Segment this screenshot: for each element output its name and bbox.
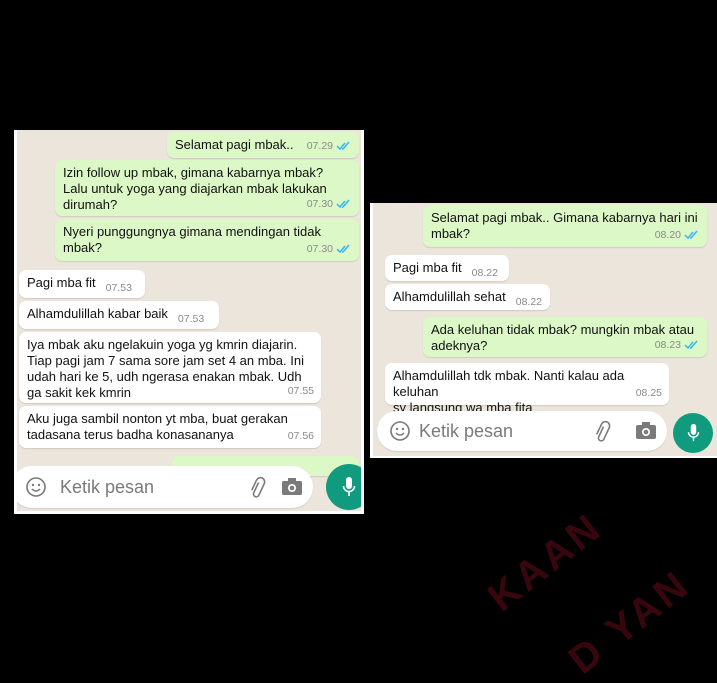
- message-meta: 07.30: [307, 241, 352, 257]
- message-time: 08.22: [471, 267, 498, 279]
- left-chat-panel: Selamat pagi mbak.. 07.29 Izin follow up…: [17, 130, 361, 511]
- message-text: Aku juga sambil nonton yt mba, buat gera…: [27, 411, 288, 442]
- left-message-7[interactable]: Aku juga sambil nonton yt mba, buat gera…: [19, 406, 321, 448]
- camera-icon[interactable]: [281, 477, 303, 497]
- watermark-image: KAAN: [480, 504, 611, 620]
- message-time: 07.56: [287, 430, 314, 442]
- message-text: Alhamdulillah tdk mbak. Nanti kalau ada …: [393, 368, 625, 415]
- right-message-4[interactable]: Ada keluhan tidak mbak? mungkin mbak ata…: [423, 317, 707, 357]
- left-message-4[interactable]: Pagi mba fit 07.53: [19, 270, 145, 298]
- left-message-1[interactable]: Selamat pagi mbak.. 07.29: [167, 132, 359, 158]
- message-time: 07.53: [177, 313, 205, 325]
- message-text: Pagi mba fit: [393, 260, 462, 275]
- message-text: Alhamdulillah kabar baik: [27, 306, 168, 321]
- right-mic-button[interactable]: [673, 413, 713, 453]
- message-meta: 07.29: [307, 138, 352, 154]
- left-message-2[interactable]: Izin follow up mbak, gimana kabarnya mba…: [55, 160, 359, 216]
- right-message-3[interactable]: Alhamdulillah sehat 08.22: [385, 284, 550, 310]
- screenshot-canvas: { "left_chat": { "messages": [ {"dir":"o…: [0, 0, 717, 683]
- message-meta: 08.25: [636, 385, 662, 401]
- message-time: 07.29: [306, 140, 333, 152]
- camera-icon[interactable]: [635, 421, 657, 441]
- message-text: Alhamdulillah sehat: [393, 289, 506, 304]
- message-meta: 07.56: [288, 428, 314, 444]
- message-meta: 07.30: [307, 196, 352, 212]
- message-meta: 08.23: [655, 337, 700, 353]
- message-time: 08.23: [654, 339, 681, 351]
- microphone-icon: [687, 423, 699, 442]
- message-input-placeholder[interactable]: Ketik pesan: [60, 477, 154, 498]
- message-meta: 07.55: [288, 383, 314, 399]
- message-text: Pagi mba fit: [27, 275, 96, 290]
- message-time: 07.53: [105, 282, 132, 294]
- double-check-icon: [336, 141, 350, 151]
- emoji-icon[interactable]: [389, 420, 411, 442]
- message-time: 07.30: [306, 243, 333, 255]
- right-message-2[interactable]: Pagi mba fit 08.22: [385, 255, 509, 281]
- message-meta: 08.20: [655, 227, 700, 243]
- left-message-6[interactable]: Iya mbak aku ngelakuin yoga yg kmrin dia…: [19, 332, 321, 403]
- paperclip-icon[interactable]: [591, 420, 615, 442]
- message-time: 08.20: [654, 229, 681, 241]
- double-check-icon: [336, 244, 350, 254]
- right-message-1[interactable]: Selamat pagi mbak.. Gimana kabarnya hari…: [423, 205, 707, 247]
- message-time: 07.30: [306, 198, 333, 210]
- right-message-input-bar[interactable]: Ketik pesan: [377, 411, 667, 451]
- paperclip-icon[interactable]: [246, 476, 270, 498]
- message-time: 07.55: [287, 385, 314, 397]
- right-message-5[interactable]: Alhamdulillah tdk mbak. Nanti kalau ada …: [385, 363, 669, 431]
- double-check-icon: [684, 230, 698, 240]
- left-message-5[interactable]: Alhamdulillah kabar baik 07.53: [19, 301, 219, 329]
- message-input-placeholder[interactable]: Ketik pesan: [419, 421, 513, 442]
- left-mic-button[interactable]: [326, 464, 361, 510]
- left-message-3[interactable]: Nyeri punggungnya gimana mendingan tidak…: [55, 219, 359, 261]
- emoji-icon[interactable]: [25, 476, 47, 498]
- message-text: Iya mbak aku ngelakuin yoga yg kmrin dia…: [27, 337, 304, 400]
- message-time: 08.25: [635, 387, 662, 399]
- double-check-icon: [684, 340, 698, 350]
- message-time: 08.22: [515, 296, 543, 308]
- right-chat-panel: Selamat pagi mbak.. Gimana kabarnya hari…: [373, 203, 717, 456]
- microphone-icon: [342, 477, 356, 496]
- watermark-image: D YAN: [560, 561, 699, 683]
- double-check-icon: [336, 199, 350, 209]
- left-message-input-bar[interactable]: Ketik pesan: [17, 466, 313, 508]
